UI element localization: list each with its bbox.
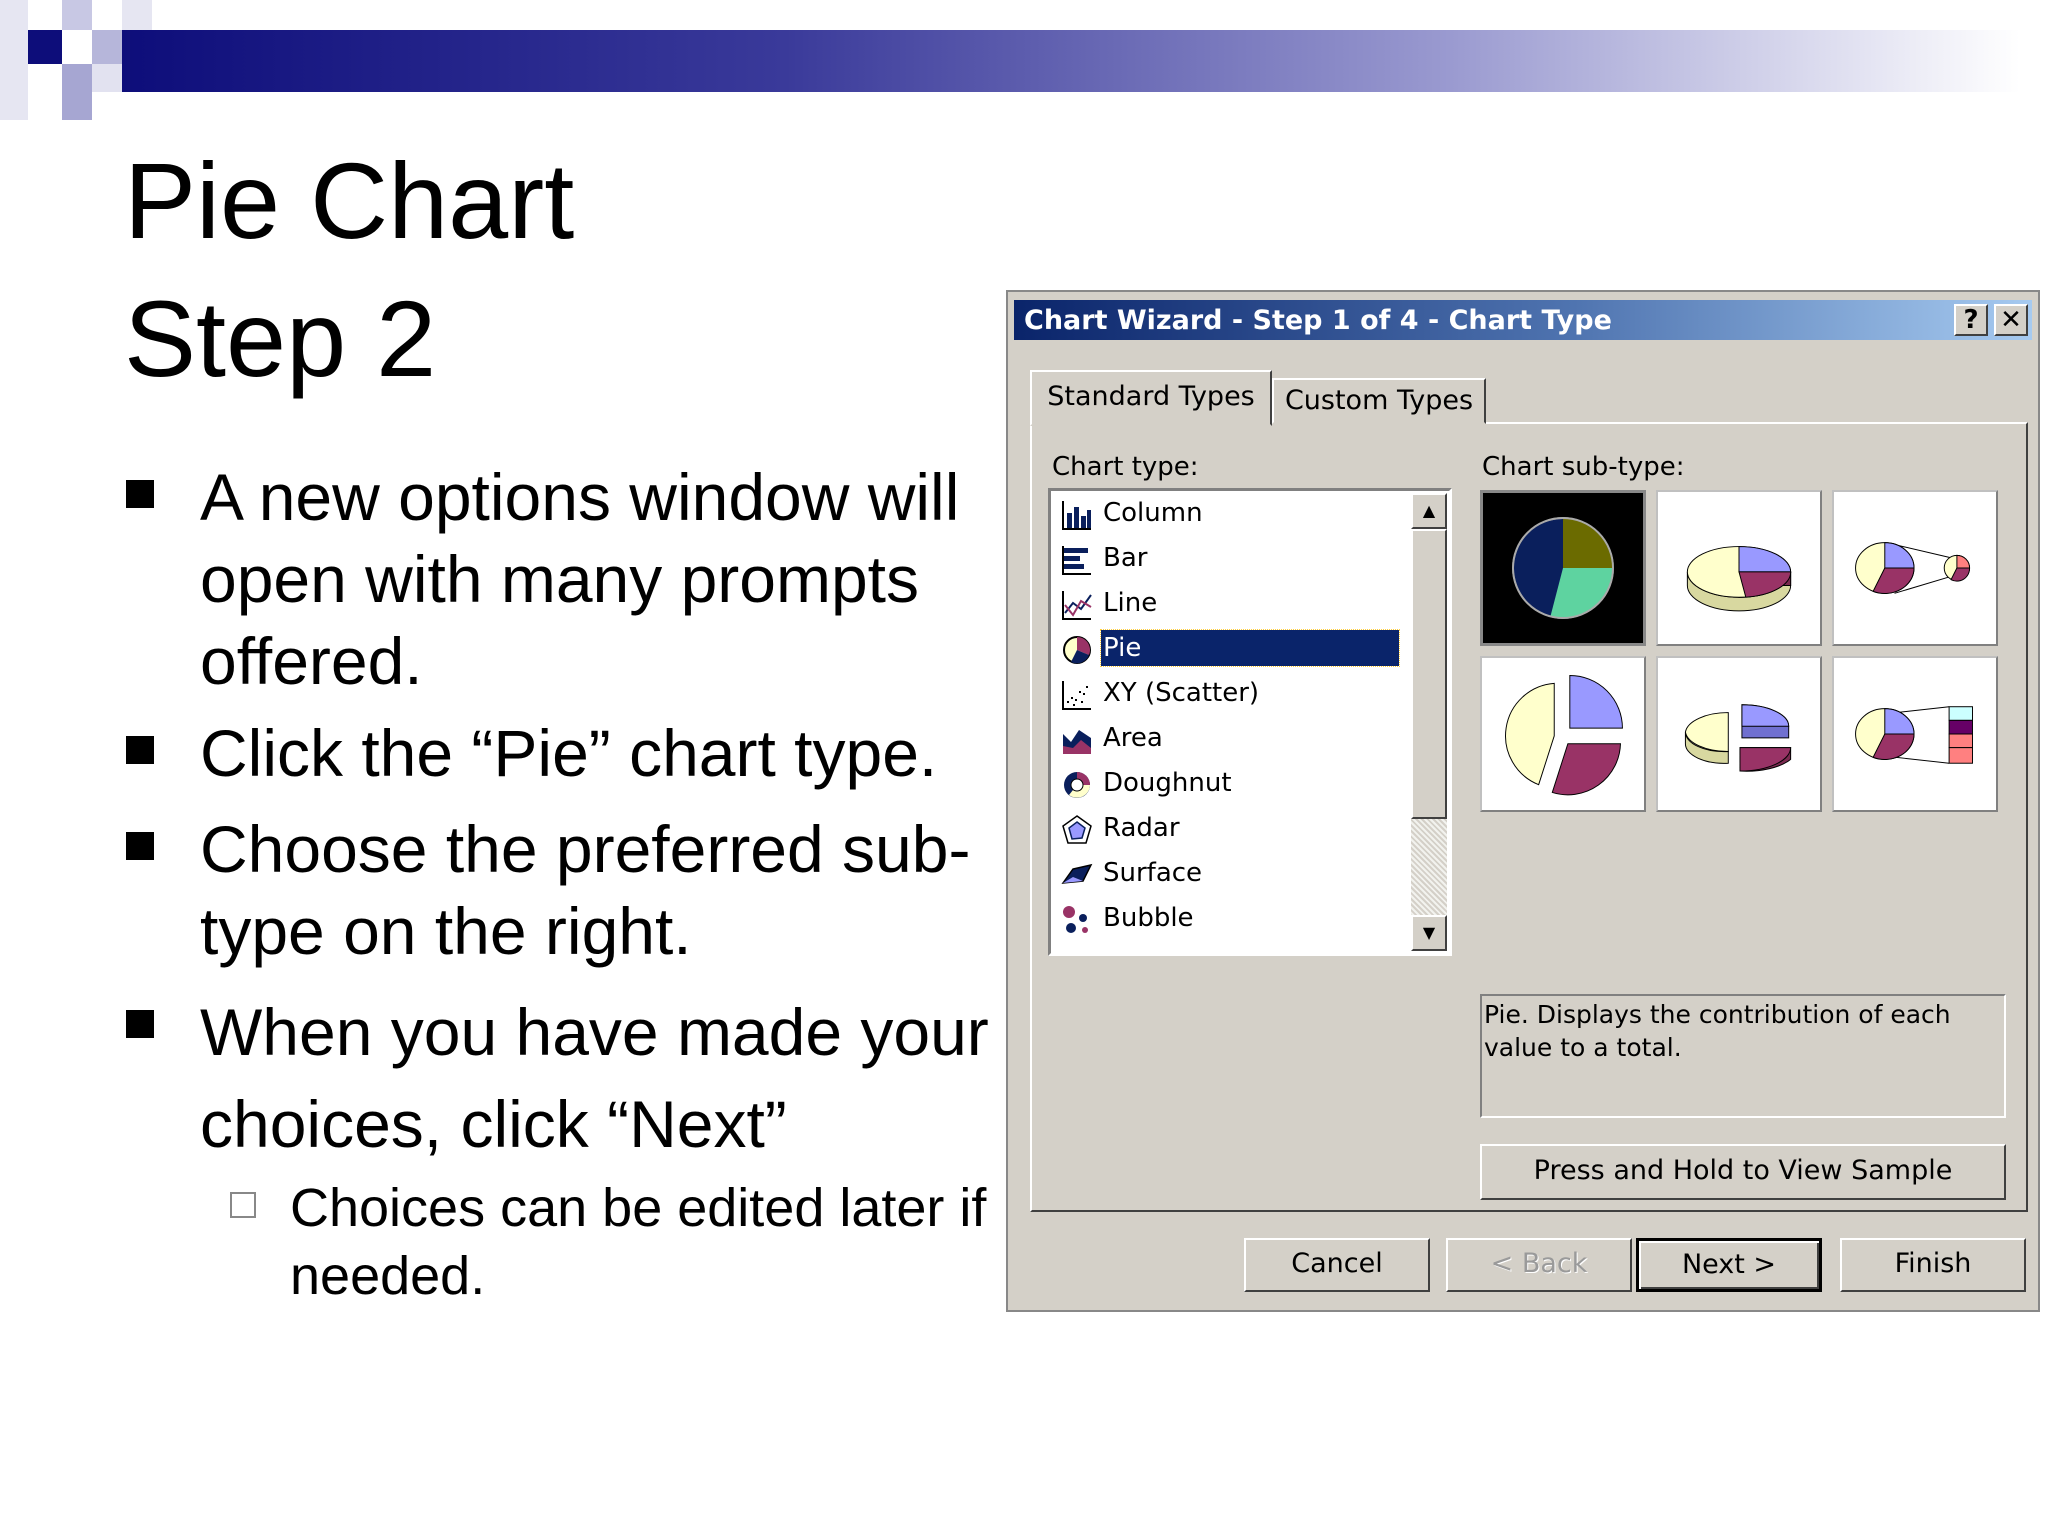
list-item-label: Area [1103, 723, 1163, 753]
title-line-1: Pie Chart [124, 140, 575, 261]
list-item-label: Bubble [1103, 903, 1194, 933]
pie-chart-icon [1063, 636, 1091, 664]
bullet-text: A new options window will open with many… [200, 460, 960, 698]
dialog-title: Chart Wizard - Step 1 of 4 - Chart Type [1024, 305, 1612, 336]
list-item-scatter[interactable]: XY (Scatter) [1057, 673, 1407, 713]
exploded-3d-pie-subtype-icon [1684, 704, 1792, 772]
list-item-label: Doughnut [1103, 768, 1232, 798]
list-item-column[interactable]: Column [1057, 493, 1407, 533]
list-item-pie[interactable]: Pie [1057, 628, 1407, 668]
list-item-label: Surface [1103, 858, 1203, 888]
list-item-area[interactable]: Area [1057, 718, 1407, 758]
square-bullet-icon [126, 480, 154, 508]
exploded-pie-subtype-icon [1505, 675, 1623, 796]
tab-custom-types[interactable]: Custom Types [1272, 378, 1486, 424]
subtype-exploded-pie[interactable] [1480, 656, 1646, 812]
list-item-radar[interactable]: Radar [1057, 808, 1407, 848]
area-chart-icon [1063, 730, 1091, 754]
bullet-list: A new options window will open with many… [124, 456, 1004, 1310]
press-hold-sample-button[interactable]: Press and Hold to View Sample [1480, 1144, 2006, 1200]
header-square [92, 64, 122, 92]
chart-type-list[interactable]: Column Bar Line Pie XY (Scatter) Area Do… [1048, 488, 1452, 956]
standard-types-panel: Chart type: Chart sub-type: Column Bar L… [1030, 422, 2028, 1212]
list-scrollbar[interactable]: ▲ ▼ [1411, 493, 1447, 951]
list-item-label: XY (Scatter) [1103, 678, 1260, 708]
chart-type-label: Chart type: [1052, 452, 1199, 482]
square-bullet-icon [126, 1010, 154, 1038]
cancel-button[interactable]: Cancel [1244, 1238, 1430, 1292]
list-item-label: Bar [1103, 543, 1148, 573]
subtype-exploded-3d-pie[interactable] [1656, 656, 1822, 812]
3d-pie-subtype-icon [1686, 546, 1792, 612]
close-button[interactable]: ✕ [1994, 304, 2028, 336]
help-button[interactable]: ? [1954, 304, 1988, 336]
subtype-pie[interactable] [1480, 490, 1646, 646]
finish-button[interactable]: Finish [1840, 1238, 2026, 1292]
square-bullet-icon [126, 736, 154, 764]
bar-chart-icon [1062, 546, 1091, 575]
list-item-label: Line [1103, 588, 1158, 618]
header-band [120, 30, 2020, 92]
bullet-item: A new options window will open with many… [124, 456, 1004, 702]
subtype-3d-pie[interactable] [1656, 490, 1822, 646]
square-bullet-icon [126, 832, 154, 860]
pie-of-pie-subtype-icon [1855, 542, 1971, 594]
scatter-chart-icon [1062, 681, 1091, 710]
bullet-item: Choose the preferred sub-type on the rig… [124, 808, 1004, 972]
header-square [0, 0, 28, 120]
line-chart-icon [1062, 591, 1092, 620]
column-chart-icon [1062, 501, 1091, 530]
bullet-item: When you have made your choices, click “… [124, 986, 1004, 1170]
doughnut-chart-icon [1064, 772, 1090, 798]
bullet-text: Click the “Pie” chart type. [200, 716, 938, 790]
bubble-chart-icon [1063, 906, 1088, 933]
chart-wizard-dialog: Chart Wizard - Step 1 of 4 - Chart Type … [1006, 290, 2040, 1312]
scroll-up-arrow-icon[interactable]: ▲ [1411, 493, 1447, 529]
title-bar[interactable]: Chart Wizard - Step 1 of 4 - Chart Type … [1014, 300, 2032, 340]
tab-standard-types[interactable]: Standard Types [1030, 370, 1272, 426]
header-square [122, 0, 152, 30]
list-item-bar[interactable]: Bar [1057, 538, 1407, 578]
bullet-item: Click the “Pie” chart type. [124, 712, 1004, 794]
sub-bullet-text: Choices can be edited later if needed. [290, 1178, 987, 1306]
chart-subtype-label: Chart sub-type: [1482, 452, 1685, 482]
list-item-label: Radar [1103, 813, 1180, 843]
surface-chart-icon [1061, 863, 1093, 884]
list-item-label: Column [1103, 498, 1203, 528]
list-item-surface[interactable]: Surface [1057, 853, 1407, 893]
next-button[interactable]: Next > [1636, 1238, 1822, 1292]
pie-subtype-icon [1512, 517, 1614, 619]
bullet-text: Choose the preferred sub-type on the rig… [200, 812, 971, 968]
title-line-2: Step 2 [124, 278, 437, 399]
bullet-text: When you have made your choices, click “… [200, 995, 989, 1161]
back-button[interactable]: < Back [1446, 1238, 1632, 1292]
radar-chart-icon [1062, 815, 1092, 844]
list-item-bubble[interactable]: Bubble [1057, 898, 1407, 938]
subtype-bar-of-pie[interactable] [1832, 656, 1998, 812]
bar-of-pie-subtype-icon [1855, 706, 1973, 764]
list-item-doughnut[interactable]: Doughnut [1057, 763, 1407, 803]
header-square [62, 64, 92, 120]
chart-subtype-grid [1480, 490, 2000, 812]
list-item-line[interactable]: Line [1057, 583, 1407, 623]
scroll-down-arrow-icon[interactable]: ▼ [1411, 915, 1447, 951]
slide-title: Pie Chart Step 2 [124, 132, 574, 408]
header-square [28, 30, 62, 64]
list-item-label: Pie [1100, 629, 1400, 667]
header-square [92, 30, 122, 64]
scroll-thumb[interactable] [1411, 529, 1447, 819]
chart-description: Pie. Displays the contribution of each v… [1480, 994, 2006, 1118]
header-square [62, 0, 92, 30]
subtype-pie-of-pie[interactable] [1832, 490, 1998, 646]
sub-bullet-item: Choices can be edited later if needed. [124, 1174, 1004, 1310]
hollow-square-bullet-icon [230, 1192, 256, 1218]
